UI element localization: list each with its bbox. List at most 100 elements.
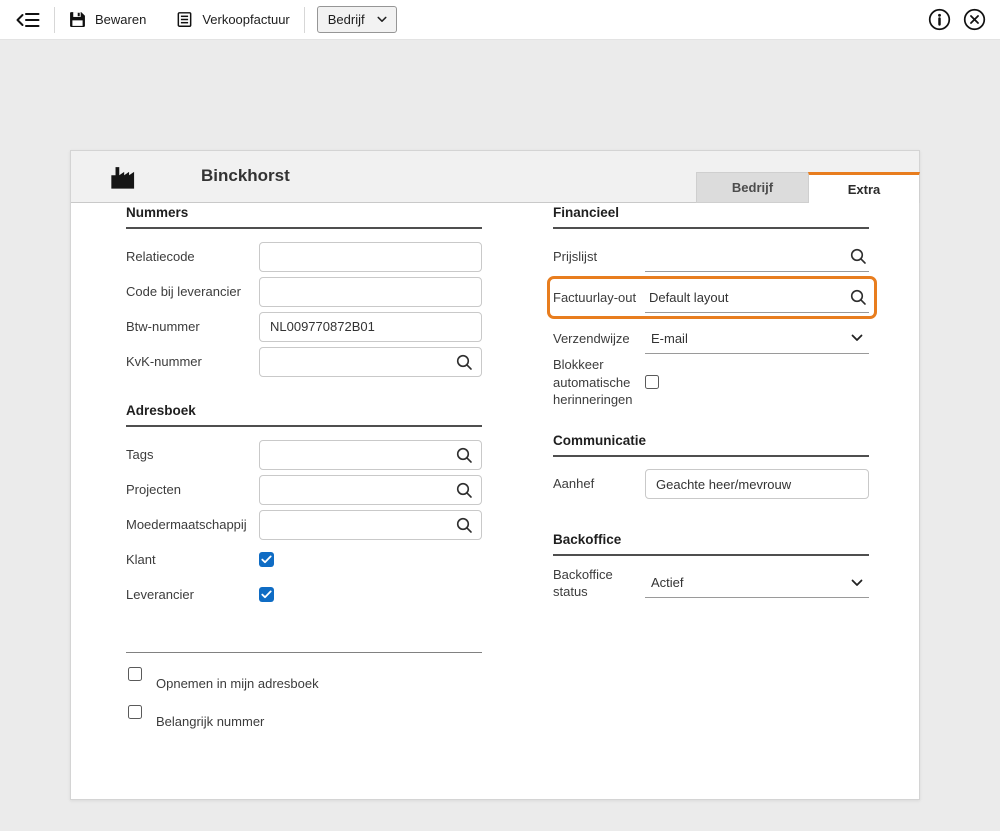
field-row-verzendwijze: Verzendwijze E-mail — [553, 321, 869, 356]
right-column: Financieel Prijslijst Factuurlay-out — [553, 205, 869, 601]
save-icon — [69, 11, 86, 28]
field-row-projecten: Projecten — [126, 472, 482, 507]
kvk-nummer-label: KvK-nummer — [126, 353, 259, 371]
factuurlayout-input[interactable] — [649, 290, 849, 305]
company-select-value: Bedrijf — [328, 12, 365, 27]
chevron-down-icon — [377, 16, 387, 23]
projecten-input[interactable] — [270, 482, 455, 497]
collapse-menu-button[interactable] — [10, 7, 46, 33]
panel-tabs: Bedrijf Extra — [696, 172, 920, 203]
chevron-down-icon — [851, 334, 863, 342]
section-title-adresboek: Adresboek — [126, 403, 482, 427]
factuurlayout-label: Factuurlay-out — [553, 289, 645, 307]
section-title-backoffice: Backoffice — [553, 532, 869, 556]
search-icon[interactable] — [849, 247, 867, 265]
toolbar-divider — [54, 7, 55, 33]
backoffice-status-select[interactable]: Actief — [645, 568, 869, 598]
klant-checkbox[interactable] — [259, 552, 274, 567]
search-icon[interactable] — [455, 516, 473, 534]
aanhef-input[interactable] — [645, 469, 869, 499]
field-row-blokkeer: Blokkeer automatische herinneringen — [553, 356, 869, 409]
chevron-down-icon — [851, 579, 863, 587]
field-row-prijslijst: Prijslijst — [553, 239, 869, 274]
code-leverancier-label: Code bij leverancier — [126, 283, 259, 301]
tab-extra[interactable]: Extra — [808, 172, 920, 203]
leverancier-checkbox[interactable] — [259, 587, 274, 602]
search-icon[interactable] — [455, 353, 473, 371]
save-label: Bewaren — [95, 12, 146, 27]
checkmark-icon — [261, 555, 272, 564]
moedermaatschappij-input[interactable] — [270, 517, 455, 532]
field-row-klant: Klant — [126, 542, 482, 577]
prijslijst-input[interactable] — [649, 249, 849, 264]
panel-header: Binckhorst Bedrijf Extra — [71, 151, 919, 203]
panel-title: Binckhorst — [201, 166, 290, 186]
company-select[interactable]: Bedrijf — [317, 6, 397, 33]
code-leverancier-input[interactable] — [259, 277, 482, 307]
tags-label: Tags — [126, 446, 259, 464]
opnemen-row: Opnemen in mijn adresboek — [126, 665, 482, 691]
field-row-kvk-nummer: KvK-nummer — [126, 344, 482, 379]
backoffice-status-value: Actief — [651, 575, 851, 590]
field-row-btw-nummer: Btw-nummer — [126, 309, 482, 344]
section-title-financieel: Financieel — [553, 205, 869, 229]
left-column: Nummers Relatiecode Code bij leverancier… — [126, 205, 482, 729]
sales-invoice-button[interactable]: Verkoopfactuur — [170, 7, 295, 32]
app-window: Bewaren Verkoopfactuur Bedrijf — [0, 0, 1000, 831]
field-row-aanhef: Aanhef — [553, 467, 869, 502]
prijslijst-field[interactable] — [645, 242, 869, 272]
kvk-nummer-input[interactable] — [270, 354, 455, 369]
relation-detail-panel: Binckhorst Bedrijf Extra Nummers Relatie… — [70, 150, 920, 800]
projecten-label: Projecten — [126, 481, 259, 499]
info-button[interactable] — [926, 6, 953, 33]
field-row-relatiecode: Relatiecode — [126, 239, 482, 274]
factory-icon — [109, 164, 137, 195]
belangrijk-row: Belangrijk nummer — [126, 703, 482, 729]
field-row-backoffice-status: Backoffice status Actief — [553, 566, 869, 601]
klant-label: Klant — [126, 551, 259, 569]
checkmark-icon — [261, 590, 272, 599]
collapse-menu-icon — [16, 11, 40, 29]
section-divider — [126, 652, 482, 653]
kvk-nummer-field[interactable] — [259, 347, 482, 377]
tags-field[interactable] — [259, 440, 482, 470]
field-row-tags: Tags — [126, 437, 482, 472]
save-button[interactable]: Bewaren — [63, 7, 152, 32]
belangrijk-nummer-checkbox[interactable] — [128, 705, 142, 719]
moedermaatschappij-field[interactable] — [259, 510, 482, 540]
section-title-nummers: Nummers — [126, 205, 482, 229]
leverancier-label: Leverancier — [126, 586, 259, 604]
search-icon[interactable] — [455, 446, 473, 464]
toolbar: Bewaren Verkoopfactuur Bedrijf — [0, 0, 1000, 40]
btw-nummer-input[interactable] — [259, 312, 482, 342]
opnemen-adresboek-checkbox[interactable] — [128, 667, 142, 681]
info-icon — [928, 8, 951, 31]
belangrijk-nummer-label: Belangrijk nummer — [156, 703, 264, 729]
blokkeer-herinneringen-checkbox[interactable] — [645, 375, 659, 389]
field-row-factuurlayout: Factuurlay-out — [553, 280, 869, 315]
blokkeer-herinneringen-label: Blokkeer automatische herinneringen — [553, 356, 645, 409]
sales-invoice-label: Verkoopfactuur — [202, 12, 289, 27]
backoffice-status-label: Backoffice status — [553, 566, 645, 601]
close-icon — [963, 8, 986, 31]
aanhef-label: Aanhef — [553, 475, 645, 493]
section-title-communicatie: Communicatie — [553, 433, 869, 457]
relatiecode-input[interactable] — [259, 242, 482, 272]
verzendwijze-label: Verzendwijze — [553, 330, 645, 348]
verzendwijze-select[interactable]: E-mail — [645, 324, 869, 354]
field-row-moedermaatschappij: Moedermaatschappij — [126, 507, 482, 542]
search-icon[interactable] — [849, 288, 867, 306]
field-row-leverancier: Leverancier — [126, 577, 482, 612]
tags-input[interactable] — [270, 447, 455, 462]
invoice-icon — [176, 11, 193, 28]
projecten-field[interactable] — [259, 475, 482, 505]
btw-nummer-label: Btw-nummer — [126, 318, 259, 336]
field-row-code-leverancier: Code bij leverancier — [126, 274, 482, 309]
close-button[interactable] — [961, 6, 988, 33]
relatiecode-label: Relatiecode — [126, 248, 259, 266]
tab-bedrijf[interactable]: Bedrijf — [696, 172, 808, 203]
prijslijst-label: Prijslijst — [553, 248, 645, 266]
factuurlayout-field[interactable] — [645, 283, 869, 313]
factuurlayout-highlight: Factuurlay-out — [547, 276, 877, 319]
search-icon[interactable] — [455, 481, 473, 499]
